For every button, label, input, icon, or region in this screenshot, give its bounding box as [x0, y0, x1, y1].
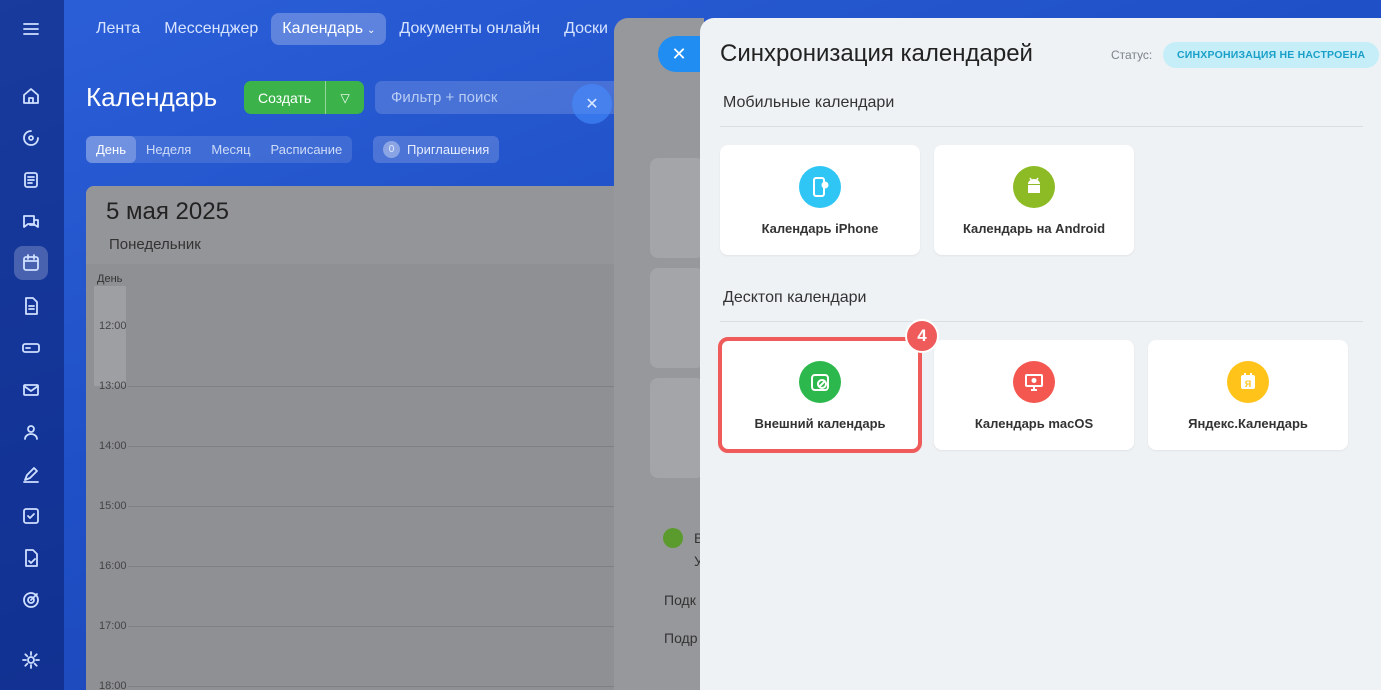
chat-icon[interactable] — [20, 211, 42, 233]
tile-label: Календарь macOS — [974, 416, 1094, 431]
hour-label: 17:00 — [99, 620, 127, 632]
yandex-calendar-icon: Я — [1227, 361, 1269, 403]
desktop-section-title: Десктоп календари — [723, 289, 867, 306]
contract-icon[interactable] — [20, 547, 42, 569]
invitations-count: 0 — [383, 141, 400, 158]
sync-calendars-panel: Синхронизация календарей Статус: СИНХРОН… — [700, 18, 1381, 690]
tile-label: Календарь на Android — [962, 221, 1106, 236]
home-icon[interactable] — [20, 85, 42, 107]
drive-icon[interactable] — [20, 337, 42, 359]
yandex-calendar-tile[interactable]: Я Яндекс.Календарь — [1148, 340, 1348, 450]
hour-label: 14:00 — [99, 440, 127, 452]
tab-feed[interactable]: Лента — [85, 13, 151, 45]
app-background: Лента Мессенджер Календарь ⌄ Документы он… — [0, 0, 1381, 690]
middle-link[interactable]: Подр — [664, 630, 698, 646]
view-schedule[interactable]: Расписание — [261, 136, 353, 163]
hour-label: 15:00 — [99, 500, 127, 512]
svg-text:Я: Я — [1245, 379, 1251, 389]
macos-icon — [1013, 361, 1055, 403]
mobile-section-title: Мобильные календари — [723, 94, 895, 111]
tab-calendar-label: Календарь — [282, 20, 364, 37]
iphone-icon — [799, 166, 841, 208]
invitations-label: Приглашения — [407, 142, 490, 157]
view-switcher: День Неделя Месяц Расписание — [86, 136, 353, 163]
hour-line — [128, 446, 626, 447]
android-calendar-tile[interactable]: Календарь на Android — [934, 145, 1134, 255]
macos-calendar-tile[interactable]: Календарь macOS — [934, 340, 1134, 450]
hour-line — [128, 566, 626, 567]
close-slider-button[interactable]: ✕ — [658, 36, 700, 72]
day-label: День — [97, 273, 123, 285]
time-column-shade — [94, 286, 126, 386]
tab-documents-online[interactable]: Документы онлайн — [388, 13, 551, 45]
tile-label: Яндекс.Календарь — [1188, 416, 1308, 431]
section-divider — [720, 126, 1363, 127]
iphone-calendar-tile[interactable]: Календарь iPhone — [720, 145, 920, 255]
tasks-icon[interactable] — [20, 505, 42, 527]
view-week[interactable]: Неделя — [136, 136, 201, 163]
create-button-label: Создать — [244, 81, 327, 114]
menu-icon[interactable] — [20, 18, 42, 40]
page-title: Календарь — [86, 82, 218, 112]
sign-icon[interactable] — [20, 463, 42, 485]
calendar-date: 5 мая 2025 — [106, 198, 229, 225]
slider-card — [650, 378, 704, 478]
tab-calendar[interactable]: Календарь ⌄ — [271, 13, 387, 45]
calendar-grid: 5 мая 2025 Понедельник День 12:00 13:00 … — [86, 186, 626, 690]
goals-icon[interactable] — [20, 589, 42, 611]
chevron-down-icon: ⌄ — [367, 25, 376, 36]
slider-card — [650, 268, 704, 368]
automation-icon[interactable] — [20, 127, 42, 149]
previous-slider-panel: В У Подк Подр — [614, 18, 704, 690]
team-icon[interactable] — [20, 421, 42, 443]
chevron-down-icon[interactable]: ▽ — [326, 91, 364, 105]
mail-icon[interactable] — [20, 379, 42, 401]
tile-label: Календарь iPhone — [761, 221, 879, 236]
slider-card — [650, 158, 704, 258]
invitations-button[interactable]: 0 Приглашения — [373, 136, 500, 163]
section-divider — [720, 321, 1363, 322]
settings-icon[interactable] — [20, 649, 42, 671]
tile-label: Внешний календарь — [754, 416, 886, 431]
panel-title: Синхронизация календарей — [720, 40, 1033, 67]
hour-line — [128, 626, 626, 627]
documents-icon[interactable] — [20, 295, 42, 317]
tab-boards[interactable]: Доски — [553, 13, 619, 45]
hour-label: 16:00 — [99, 560, 127, 572]
left-sidebar — [0, 0, 64, 690]
status-label: Статус: — [1111, 48, 1153, 62]
android-icon — [1013, 166, 1055, 208]
calendar-icon[interactable] — [14, 246, 48, 280]
clear-filter-icon[interactable]: ✕ — [572, 84, 612, 124]
view-day[interactable]: День — [86, 136, 136, 163]
middle-link[interactable]: Подк — [664, 592, 696, 608]
hour-label: 12:00 — [99, 320, 127, 332]
create-button[interactable]: Создать ▽ — [244, 81, 364, 114]
view-month[interactable]: Месяц — [201, 136, 260, 163]
feed-icon[interactable] — [20, 169, 42, 191]
hour-line — [128, 506, 626, 507]
tab-messenger[interactable]: Мессенджер — [153, 13, 269, 45]
calendar-weekday: Понедельник — [109, 236, 201, 253]
external-calendar-icon — [799, 361, 841, 403]
hour-label: 18:00 — [99, 680, 127, 690]
hour-line — [128, 386, 626, 387]
external-calendar-tile[interactable]: Внешний календарь — [718, 337, 922, 453]
hour-line — [128, 686, 626, 687]
status-badge: СИНХРОНИЗАЦИЯ НЕ НАСТРОЕНА — [1163, 42, 1380, 68]
calendar-header: 5 мая 2025 Понедельник — [86, 186, 626, 264]
hour-label: 13:00 — [99, 380, 127, 392]
check-icon — [663, 528, 683, 548]
